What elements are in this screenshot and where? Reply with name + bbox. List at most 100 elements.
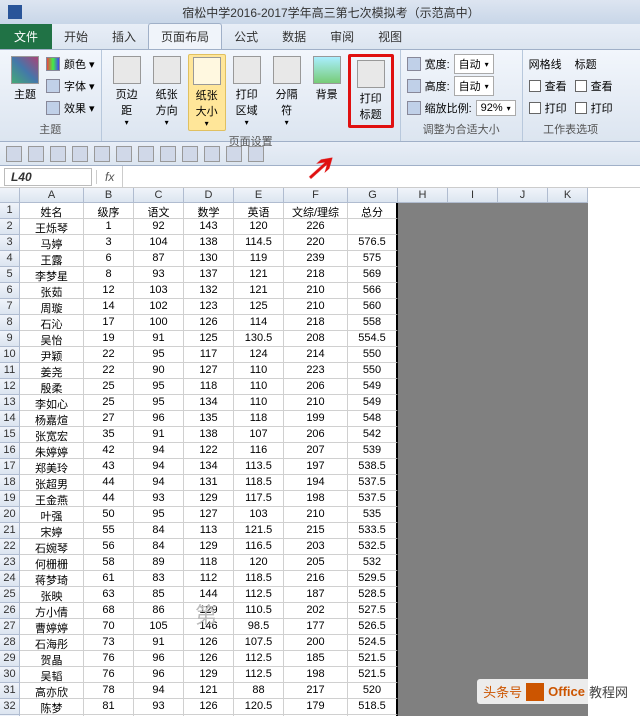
cell[interactable]: 143 <box>184 219 234 235</box>
cell[interactable]: 105 <box>134 619 184 635</box>
cell[interactable] <box>498 235 548 251</box>
spreadsheet[interactable]: ABCDEFGHIJK1姓名级序语文数学英语文综/理综总分2王烁琴1921431… <box>0 188 640 716</box>
cell[interactable]: 83 <box>134 571 184 587</box>
cell[interactable]: 周璇 <box>20 299 84 315</box>
cell[interactable]: 英语 <box>234 203 284 219</box>
cell[interactable] <box>548 427 588 443</box>
cell[interactable] <box>498 619 548 635</box>
cell[interactable]: 总分 <box>348 203 398 219</box>
cell[interactable]: 239 <box>284 251 348 267</box>
cell[interactable]: 566 <box>348 283 398 299</box>
cell[interactable]: 110 <box>234 379 284 395</box>
height-dropdown[interactable]: 自动 <box>454 76 494 96</box>
cell[interactable] <box>548 315 588 331</box>
cell[interactable]: 93 <box>134 699 184 715</box>
orientation-button[interactable]: 纸张方向▾ <box>148 54 186 129</box>
cell[interactable]: 76 <box>84 651 134 667</box>
cell[interactable]: 214 <box>284 347 348 363</box>
cell[interactable]: 539 <box>348 443 398 459</box>
cell[interactable] <box>498 267 548 283</box>
cell[interactable] <box>548 619 588 635</box>
gridlines-print-checkbox[interactable] <box>529 102 541 114</box>
cell[interactable] <box>398 459 448 475</box>
cell[interactable]: 120 <box>234 555 284 571</box>
cell[interactable]: 119 <box>234 251 284 267</box>
cell[interactable]: 19 <box>84 331 134 347</box>
cell[interactable]: 92 <box>134 219 184 235</box>
cell[interactable]: 130.5 <box>234 331 284 347</box>
cell[interactable] <box>498 651 548 667</box>
cell[interactable]: 8 <box>84 267 134 283</box>
cell[interactable]: 215 <box>284 523 348 539</box>
cell[interactable]: 126 <box>184 651 234 667</box>
cell[interactable] <box>448 379 498 395</box>
cell[interactable]: 117.5 <box>234 491 284 507</box>
row-header[interactable]: 10 <box>0 347 20 363</box>
cell[interactable]: 185 <box>284 651 348 667</box>
cell[interactable]: 125 <box>234 299 284 315</box>
cell[interactable] <box>548 603 588 619</box>
cell[interactable] <box>548 379 588 395</box>
cell[interactable]: 李如心 <box>20 395 84 411</box>
cell[interactable] <box>448 235 498 251</box>
cell[interactable] <box>398 699 448 715</box>
cell[interactable]: 220 <box>284 235 348 251</box>
qat-redo-icon[interactable] <box>50 146 66 162</box>
row-header[interactable]: 29 <box>0 651 20 667</box>
cell[interactable]: 118 <box>184 379 234 395</box>
cell[interactable]: 126 <box>184 315 234 331</box>
cell[interactable] <box>398 635 448 651</box>
cell[interactable]: 200 <box>284 635 348 651</box>
row-header[interactable]: 24 <box>0 571 20 587</box>
cell[interactable]: 尹颖 <box>20 347 84 363</box>
cell[interactable]: 殷柔 <box>20 379 84 395</box>
cell[interactable]: 文综/理综 <box>284 203 348 219</box>
cell[interactable] <box>548 411 588 427</box>
cell[interactable]: 550 <box>348 347 398 363</box>
row-header[interactable]: 30 <box>0 667 20 683</box>
cell[interactable]: 95 <box>134 347 184 363</box>
cell[interactable] <box>548 395 588 411</box>
cell[interactable] <box>548 523 588 539</box>
print-area-button[interactable]: 打印区域▾ <box>228 54 266 129</box>
cell[interactable]: 134 <box>184 459 234 475</box>
cell[interactable]: 126 <box>184 635 234 651</box>
cell[interactable] <box>548 283 588 299</box>
cell[interactable]: 529.5 <box>348 571 398 587</box>
cell[interactable]: 25 <box>84 379 134 395</box>
cell[interactable] <box>398 299 448 315</box>
cell[interactable] <box>398 235 448 251</box>
cell[interactable]: 127 <box>184 507 234 523</box>
cell[interactable] <box>398 491 448 507</box>
file-tab[interactable]: 文件 <box>0 24 52 49</box>
cell[interactable] <box>398 267 448 283</box>
cell[interactable]: 98.5 <box>234 619 284 635</box>
cell[interactable]: 135 <box>184 411 234 427</box>
cell[interactable]: 202 <box>284 603 348 619</box>
cell[interactable]: 521.5 <box>348 651 398 667</box>
cell[interactable]: 203 <box>284 539 348 555</box>
cell[interactable] <box>498 395 548 411</box>
cell[interactable]: 姜尧 <box>20 363 84 379</box>
cell[interactable] <box>498 443 548 459</box>
cell[interactable] <box>498 299 548 315</box>
cell[interactable] <box>448 299 498 315</box>
cell[interactable] <box>398 539 448 555</box>
cell[interactable]: 杨嘉煊 <box>20 411 84 427</box>
cell[interactable]: 42 <box>84 443 134 459</box>
tab-6[interactable]: 视图 <box>366 24 414 49</box>
cell[interactable]: 17 <box>84 315 134 331</box>
cell[interactable]: 210 <box>284 299 348 315</box>
cell[interactable] <box>498 539 548 555</box>
cell[interactable] <box>448 283 498 299</box>
cell[interactable]: 118 <box>184 555 234 571</box>
cell[interactable]: 贺晶 <box>20 651 84 667</box>
cell[interactable] <box>548 219 588 235</box>
cell[interactable]: 226 <box>284 219 348 235</box>
cell[interactable]: 121 <box>234 283 284 299</box>
cell[interactable] <box>548 299 588 315</box>
cell[interactable]: 朱婷婷 <box>20 443 84 459</box>
cell[interactable] <box>448 491 498 507</box>
cell[interactable] <box>498 347 548 363</box>
col-header[interactable]: G <box>348 188 398 203</box>
